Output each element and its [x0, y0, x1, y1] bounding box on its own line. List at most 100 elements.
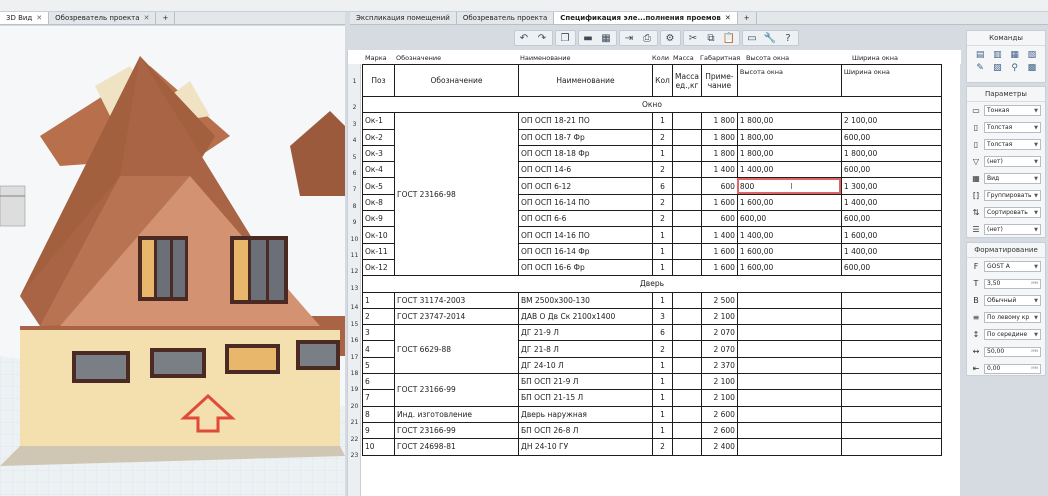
cell-poz[interactable]: 9 [362, 421, 395, 440]
paste-icon[interactable]: 📋 [723, 32, 736, 44]
cell-massa[interactable] [672, 144, 702, 163]
row-number[interactable]: 19 [348, 386, 361, 393]
cell-poz[interactable]: Ок-3 [362, 144, 395, 163]
cell-kol[interactable]: 2 [652, 438, 673, 456]
cell-width[interactable] [840, 324, 942, 342]
brush-icon[interactable]: ✎ [973, 63, 987, 73]
undo-icon[interactable]: ↶ [518, 32, 531, 44]
cell-height[interactable] [736, 324, 842, 342]
cell-prim[interactable]: 1 800 [700, 144, 738, 163]
calendar-icon[interactable]: ▦ [600, 32, 613, 44]
cell-prim[interactable]: 2 100 [700, 389, 738, 407]
cell-massa[interactable] [672, 373, 702, 391]
cell-prim[interactable]: 1 800 [700, 112, 738, 130]
cell-width[interactable]: 1 400,00 [840, 242, 942, 260]
table-cell[interactable]: Поз [362, 64, 395, 97]
cell-massa[interactable] [672, 389, 702, 407]
cell-naim[interactable]: ОП ОСП 14-16 ПО [518, 226, 653, 244]
cell-naim[interactable]: ОП ОСП 14-6 [518, 161, 653, 179]
cell-kol[interactable]: 1 [652, 405, 673, 423]
cell-width[interactable]: 600,00 [840, 210, 942, 228]
tab-project-browser[interactable]: Обозреватель проекта ✕ [49, 12, 157, 24]
cell-naim[interactable]: ВМ 2500х300-130 [518, 291, 653, 309]
cell-kol[interactable]: 1 [652, 112, 673, 130]
cell-width[interactable]: 2 100,00 [840, 112, 942, 130]
table-row[interactable]: 3 ГОСТ 6629-88 ДГ 21-9 Л 6 2 070 [362, 324, 942, 375]
help-icon[interactable]: ? [782, 32, 795, 44]
row-number[interactable]: 20 [348, 403, 361, 410]
cell-height[interactable]: 1 800,00 [736, 112, 842, 130]
indent-input[interactable]: 0,00 мм [984, 363, 1041, 374]
cell-naim[interactable]: ДАВ О Дв Ск 2100х1400 [518, 307, 653, 326]
wrench-icon[interactable]: 🔧 [764, 32, 777, 44]
row-number[interactable]: 8 [348, 203, 361, 210]
cell-width[interactable] [840, 438, 942, 456]
cell-kol[interactable]: 2 [652, 340, 673, 358]
cell-poz[interactable]: 1 [362, 291, 395, 309]
cell-width[interactable]: 600,00 [840, 128, 942, 146]
cell-kol[interactable]: 2 [652, 161, 673, 179]
col-header[interactable]: Наименование [520, 54, 571, 62]
col-header[interactable]: Масса [673, 54, 694, 62]
cell-kol[interactable]: 6 [652, 324, 673, 342]
cell-naim[interactable]: ОП ОСП 18-7 Фр [518, 128, 653, 146]
cell-prim[interactable]: 1 400 [700, 226, 738, 244]
cell-massa[interactable] [672, 307, 702, 326]
cell-kol[interactable]: 1 [652, 144, 673, 163]
cell-naim[interactable]: БП ОСП 21-15 Л [518, 389, 653, 407]
row-number[interactable]: 14 [348, 304, 361, 311]
cell-width[interactable] [840, 340, 942, 358]
cell-massa[interactable] [672, 210, 702, 228]
cell-poz[interactable]: Ок-4 [362, 161, 395, 179]
search-icon[interactable]: ⚲ [1008, 63, 1022, 73]
cell-massa[interactable] [672, 161, 702, 179]
font-size-input[interactable]: 3,50 мм [984, 278, 1041, 289]
cell-naim[interactable]: ОП ОСП 18-21 ПО [518, 112, 653, 130]
cell-naim[interactable]: ДГ 21-8 Л [518, 340, 653, 358]
cell-massa[interactable] [672, 177, 702, 195]
cell-poz[interactable]: 3 [362, 324, 395, 342]
cell-kol[interactable]: 1 [652, 389, 673, 407]
cell-prim[interactable]: 1 600 [700, 193, 738, 212]
table-row[interactable]: 1 ГОСТ 31174-2003 ВМ 2500х300-130 1 2 50… [362, 291, 942, 309]
param-select[interactable]: Толстая ▼ [984, 122, 1041, 133]
row-number[interactable]: 15 [348, 321, 361, 328]
cell-height-editing[interactable]: 800 I [736, 177, 842, 195]
row-number[interactable]: 16 [348, 337, 361, 344]
row-number[interactable]: 2 [348, 104, 361, 111]
cell-naim[interactable]: Дверь наружная [518, 405, 653, 423]
cell-prim[interactable]: 600 [700, 177, 738, 195]
cell-width[interactable]: 1 600,00 [840, 226, 942, 244]
cell-oboz[interactable]: ГОСТ 31174-2003 [394, 291, 519, 309]
row-number[interactable]: 11 [348, 252, 361, 259]
row-number[interactable]: 17 [348, 354, 361, 361]
cell-massa[interactable] [672, 128, 702, 146]
delete-column-icon[interactable]: ▧ [1025, 50, 1039, 60]
spec-sheet[interactable]: Марка Обозначение Наименование Коли Масс… [347, 50, 961, 496]
cell-poz[interactable]: 2 [362, 307, 395, 326]
cell-massa[interactable] [672, 340, 702, 358]
export-icon[interactable]: ⇥ [623, 32, 636, 44]
table-row[interactable]: Ок-1 ГОСТ 23166-98 ОП ОСП 18-21 ПО 1 1 8… [362, 112, 942, 277]
cell-prim[interactable]: 2 600 [700, 421, 738, 440]
cell-massa[interactable] [672, 438, 702, 456]
param-select[interactable]: Толстая ▼ [984, 139, 1041, 150]
table-cell[interactable]: Ширина окна [840, 64, 942, 97]
cell-height[interactable] [736, 307, 842, 326]
add-tab-button[interactable]: + [156, 12, 176, 24]
cell-naim[interactable]: БП ОСП 21-9 Л [518, 373, 653, 391]
table-cell[interactable]: Обозначение [394, 64, 519, 97]
cell-height[interactable]: 1 800,00 [736, 128, 842, 146]
row-number[interactable]: 6 [348, 170, 361, 177]
cell-width[interactable] [840, 421, 942, 440]
cell-kol[interactable]: 1 [652, 258, 673, 277]
cell-poz[interactable]: 5 [362, 356, 395, 375]
valign-select[interactable]: По середине ▼ [984, 329, 1041, 340]
cell-width[interactable] [840, 356, 942, 375]
cell-poz[interactable]: Ок-11 [362, 242, 395, 260]
cell-prim[interactable]: 1 800 [700, 128, 738, 146]
cell-naim[interactable]: ДГ 24-10 Л [518, 356, 653, 375]
font-select[interactable]: GOST A ▼ [984, 261, 1041, 272]
cell-height[interactable]: 1 600,00 [736, 193, 842, 212]
cell-massa[interactable] [672, 112, 702, 130]
